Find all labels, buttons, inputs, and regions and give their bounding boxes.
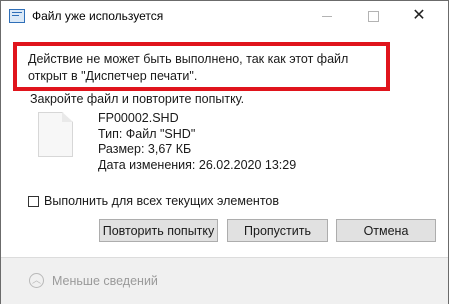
retry-button[interactable]: Повторить попытку xyxy=(99,219,218,242)
file-name: FP00002.SHD xyxy=(98,111,179,125)
apply-all-checkbox[interactable] xyxy=(28,195,39,207)
apply-all-option[interactable]: Выполнить для всех текущих элементов xyxy=(28,194,279,208)
file-type: Тип: Файл "SHD" xyxy=(98,126,196,141)
dialog-content: Действие не может быть выполнено, так ка… xyxy=(1,31,448,257)
less-details-link[interactable]: Меньше сведений xyxy=(52,274,158,288)
chevron-up-icon[interactable]: ︿ xyxy=(29,273,44,288)
error-message-text: Действие не может быть выполнено, так ка… xyxy=(28,52,349,83)
dialog-window: Файл уже используется ✕ Действие не може… xyxy=(0,0,449,304)
skip-button[interactable]: Пропустить xyxy=(227,219,328,242)
details-footer: ︿ Меньше сведений xyxy=(1,257,448,304)
error-message-box: Действие не может быть выполнено, так ка… xyxy=(13,42,390,91)
apply-all-label[interactable]: Выполнить для всех текущих элементов xyxy=(44,194,279,208)
close-button[interactable]: ✕ xyxy=(396,1,442,31)
window-title: Файл уже используется xyxy=(32,9,164,23)
cancel-button[interactable]: Отмена xyxy=(336,219,436,242)
instruction-text: Закройте файл и повторите попытку. xyxy=(30,92,245,106)
title-bar[interactable]: Файл уже используется ✕ xyxy=(1,1,448,31)
minimize-icon xyxy=(322,15,332,17)
close-icon: ✕ xyxy=(412,7,426,24)
file-modified: Дата изменения: 26.02.2020 13:29 xyxy=(98,157,297,172)
app-window-icon xyxy=(9,9,25,23)
file-size: Размер: 3,67 КБ xyxy=(98,142,192,156)
maximize-icon xyxy=(367,10,379,22)
minimize-button[interactable] xyxy=(304,1,350,31)
file-details: FP00002.SHD Тип: Файл "SHD" Размер: 3,67… xyxy=(98,111,296,173)
maximize-button[interactable] xyxy=(350,1,396,31)
